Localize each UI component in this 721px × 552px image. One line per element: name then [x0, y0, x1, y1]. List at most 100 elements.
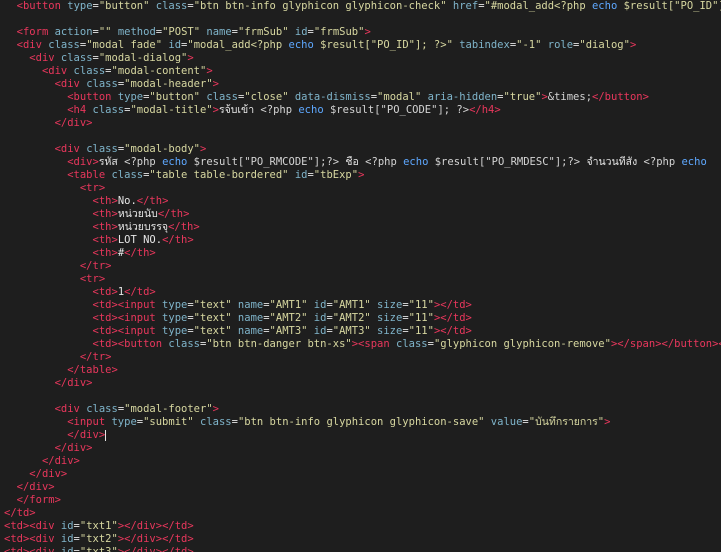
code-line[interactable]: <div class="modal-body"> [4, 143, 721, 156]
code-line[interactable]: <th>No.</th> [4, 195, 721, 208]
code-token: "glyphicon glyphicon-remove" [433, 338, 611, 350]
code-line[interactable]: <button type="button" class="btn btn-inf… [4, 0, 721, 13]
code-line[interactable]: <th>LOT NO.</th> [4, 234, 721, 247]
code-token: ></div></td> [117, 520, 194, 532]
code-line[interactable]: <div class="modal-footer"> [4, 403, 721, 416]
code-line[interactable]: </table> [4, 364, 721, 377]
code-line[interactable]: <th>หน่วยนับ</th> [4, 208, 721, 221]
code-line[interactable]: </div> [4, 481, 721, 494]
code-token: > [206, 65, 213, 77]
code-token: </td> [124, 286, 156, 298]
code-token: </td> [4, 507, 36, 519]
code-line[interactable]: </tr> [4, 351, 721, 364]
code-token: <div [16, 39, 42, 51]
code-line[interactable]: </div> [4, 429, 721, 442]
code-line[interactable]: </div> [4, 117, 721, 130]
code-token: value [484, 416, 523, 428]
code-line[interactable]: <div class="modal-header"> [4, 78, 721, 91]
code-line[interactable]: </div> [4, 455, 721, 468]
code-line[interactable] [4, 390, 721, 403]
code-token: </div> [54, 442, 93, 454]
code-token: <?php [643, 156, 682, 168]
code-token: class [149, 0, 188, 12]
code-token: "text" [193, 312, 232, 324]
code-line[interactable]: <tr> [4, 273, 721, 286]
code-token: </div> [41, 455, 80, 467]
code-token: type [155, 312, 188, 324]
code-token: <td><input [92, 299, 156, 311]
code-line[interactable]: <th>#</th> [4, 247, 721, 260]
code-line[interactable]: <td><input type="text" name="AMT3" id="A… [4, 325, 721, 338]
code-line[interactable]: <form action="" method="POST" name="frmS… [4, 26, 721, 39]
code-line[interactable]: <td><div id="txt3"></div></td> [4, 546, 721, 552]
code-line[interactable]: <button type="button" class="close" data… [4, 91, 721, 104]
code-line[interactable]: </td> [4, 507, 721, 520]
code-line[interactable]: <td>1</td> [4, 286, 721, 299]
code-line[interactable]: <input type="submit" class="btn btn-info… [4, 416, 721, 429]
code-token: "modal-title" [130, 104, 213, 116]
code-token: ></td> [433, 325, 472, 337]
code-token: ></td> [433, 299, 472, 311]
code-token: "submit" [143, 416, 194, 428]
code-token: </th> [124, 247, 156, 259]
code-token: > [200, 143, 207, 155]
code-line[interactable]: <div class="modal-dialog"> [4, 52, 721, 65]
code-token: <td><div [4, 520, 55, 532]
code-token: LOT NO. [117, 234, 163, 246]
code-line[interactable]: </div> [4, 468, 721, 481]
code-token: ></td> [433, 312, 472, 324]
code-token: id [307, 299, 327, 311]
code-line[interactable]: <td><button class="btn btn-danger btn-xs… [4, 338, 721, 351]
code-line[interactable]: <table class="table table-bordered" id="… [4, 169, 721, 182]
code-line[interactable]: </tr> [4, 260, 721, 273]
code-token: echo [298, 104, 324, 116]
code-token: "-1" [516, 39, 542, 51]
code-token: $result["PO_RMDESC"];?> [428, 156, 587, 168]
code-line[interactable] [4, 13, 721, 26]
code-token: "frmSub" [237, 26, 289, 38]
code-line[interactable]: <td><div id="txt2"></div></td> [4, 533, 721, 546]
code-token: id [54, 533, 74, 545]
code-line[interactable]: <div class="modal fade" id="modal_add<?p… [4, 39, 721, 52]
code-line[interactable] [4, 130, 721, 143]
code-token: "AMT3" [269, 325, 308, 337]
code-line[interactable]: <tr> [4, 182, 721, 195]
code-line[interactable]: </form> [4, 494, 721, 507]
code-token: "text" [193, 325, 232, 337]
code-token: </h4> [469, 104, 501, 116]
code-line[interactable]: <td><div id="txt1"></div></td> [4, 520, 721, 533]
code-line[interactable]: <div class="modal-content"> [4, 65, 721, 78]
code-line[interactable]: <th>หน่วยบรรจุ</th> [4, 221, 721, 234]
code-line[interactable]: <td><input type="text" name="AMT2" id="A… [4, 312, 721, 325]
code-line[interactable]: </div> [4, 442, 721, 455]
code-line[interactable]: <td><input type="text" name="AMT1" id="A… [4, 299, 721, 312]
code-token: "11" [408, 299, 434, 311]
code-token: id [162, 39, 182, 51]
code-token: class [67, 65, 106, 77]
code-line[interactable]: </div> [4, 377, 721, 390]
code-token: </div> [16, 481, 55, 493]
code-token: > [212, 78, 219, 90]
code-token: class [54, 52, 93, 64]
code-token: "btn btn-info glyphicon glyphicon-save" [237, 416, 485, 428]
code-token: name [231, 299, 264, 311]
code-token: > [187, 52, 194, 64]
code-token: class [79, 403, 118, 415]
code-token: $result["PO_ID"]; ?>" [313, 39, 453, 51]
code-token: ></div></td> [117, 533, 194, 545]
code-area[interactable]: <button type="button" class="btn btn-inf… [4, 0, 721, 552]
code-line[interactable]: <div>รหัส <?php echo $result["PO_RMCODE"… [4, 156, 721, 169]
code-token: <table [67, 169, 106, 181]
code-token: "dialog" [579, 39, 630, 51]
code-token: class [105, 169, 144, 181]
code-editor[interactable]: <button type="button" class="btn btn-inf… [0, 0, 721, 552]
code-token: type [60, 0, 93, 12]
code-token: id [54, 546, 74, 552]
code-line[interactable]: <h4 class="modal-title">รจ้บเข้า <?php e… [4, 104, 721, 117]
